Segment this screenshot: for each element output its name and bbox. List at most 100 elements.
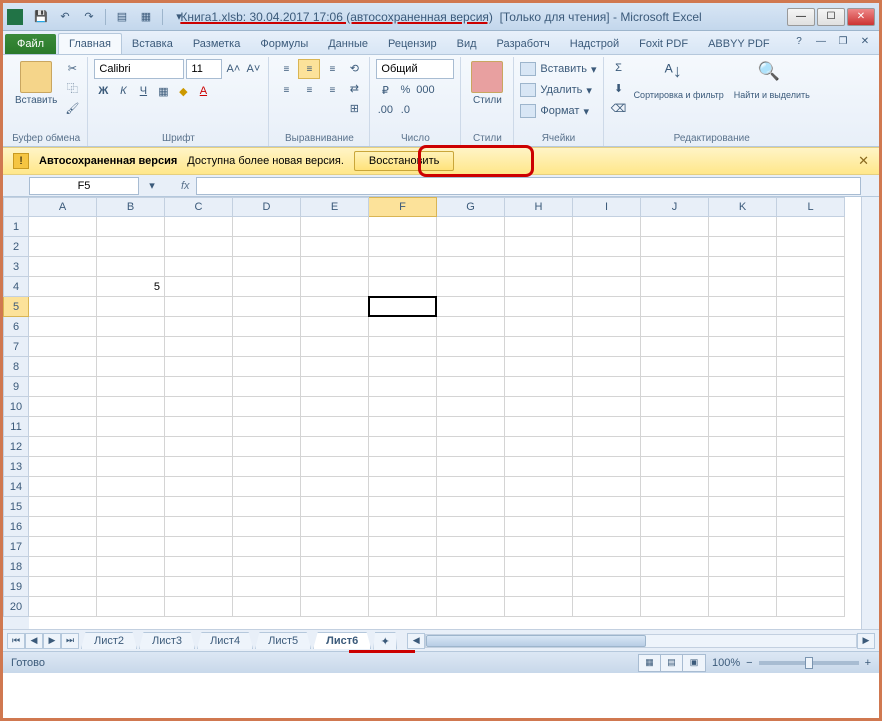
- cell[interactable]: [29, 237, 97, 257]
- cell[interactable]: [301, 477, 369, 497]
- cell[interactable]: [505, 377, 573, 397]
- cell[interactable]: [573, 297, 641, 317]
- row-header[interactable]: 14: [3, 477, 29, 497]
- cell[interactable]: [573, 517, 641, 537]
- border-icon[interactable]: ▦: [154, 82, 172, 100]
- cell[interactable]: [369, 597, 437, 617]
- cell[interactable]: [777, 237, 845, 257]
- cell[interactable]: [437, 417, 505, 437]
- cell[interactable]: [29, 357, 97, 377]
- cell[interactable]: [29, 417, 97, 437]
- cell[interactable]: [97, 337, 165, 357]
- cell[interactable]: [437, 217, 505, 237]
- redo-icon[interactable]: ↷: [79, 7, 99, 27]
- cell[interactable]: [165, 357, 233, 377]
- cell[interactable]: [301, 217, 369, 237]
- help-icon[interactable]: ?: [789, 33, 809, 49]
- cell[interactable]: [369, 437, 437, 457]
- cell[interactable]: [505, 257, 573, 277]
- cell[interactable]: [301, 357, 369, 377]
- fx-icon[interactable]: fx: [181, 180, 190, 192]
- horizontal-scrollbar[interactable]: [425, 634, 857, 648]
- cell[interactable]: [301, 417, 369, 437]
- cell[interactable]: [505, 477, 573, 497]
- cell[interactable]: [165, 597, 233, 617]
- cell[interactable]: [709, 277, 777, 297]
- fill-icon[interactable]: ⬇: [610, 79, 628, 97]
- column-header[interactable]: C: [165, 197, 233, 217]
- align-bottom-icon[interactable]: ≡: [321, 59, 343, 79]
- minimize-button[interactable]: —: [787, 8, 815, 26]
- cell[interactable]: [777, 337, 845, 357]
- cell[interactable]: [165, 477, 233, 497]
- maximize-button[interactable]: ☐: [817, 8, 845, 26]
- cell[interactable]: [709, 377, 777, 397]
- cell[interactable]: [777, 377, 845, 397]
- cell[interactable]: [573, 417, 641, 437]
- cell[interactable]: [369, 457, 437, 477]
- row-header[interactable]: 16: [3, 517, 29, 537]
- cell[interactable]: [505, 457, 573, 477]
- cell[interactable]: [709, 597, 777, 617]
- cell[interactable]: [505, 217, 573, 237]
- format-painter-icon[interactable]: 🖌: [63, 99, 81, 117]
- cell[interactable]: [165, 397, 233, 417]
- cell[interactable]: [29, 317, 97, 337]
- cell[interactable]: [233, 417, 301, 437]
- cell[interactable]: [641, 317, 709, 337]
- cell[interactable]: [641, 437, 709, 457]
- align-top-icon[interactable]: ≡: [275, 59, 297, 79]
- cell[interactable]: [437, 537, 505, 557]
- tab-abbyy[interactable]: ABBYY PDF: [698, 34, 780, 54]
- cell[interactable]: [97, 237, 165, 257]
- cell[interactable]: [29, 377, 97, 397]
- cell[interactable]: [301, 257, 369, 277]
- cell[interactable]: [437, 497, 505, 517]
- decrease-font-icon[interactable]: A˅: [244, 60, 262, 78]
- cell[interactable]: [97, 417, 165, 437]
- cell[interactable]: [97, 457, 165, 477]
- cell[interactable]: [777, 257, 845, 277]
- cell[interactable]: [573, 257, 641, 277]
- cell[interactable]: [233, 477, 301, 497]
- cell[interactable]: [641, 557, 709, 577]
- number-format-select[interactable]: [376, 59, 454, 79]
- cell[interactable]: [505, 597, 573, 617]
- row-header[interactable]: 13: [3, 457, 29, 477]
- cell[interactable]: [369, 257, 437, 277]
- zoom-in-icon[interactable]: +: [865, 657, 871, 669]
- sheet-nav-first-icon[interactable]: ⏮: [7, 633, 25, 649]
- increase-decimal-icon[interactable]: .00: [376, 101, 394, 119]
- cell[interactable]: [369, 517, 437, 537]
- autosum-icon[interactable]: Σ: [610, 59, 628, 77]
- cell[interactable]: [505, 417, 573, 437]
- cell[interactable]: [233, 497, 301, 517]
- cell[interactable]: [29, 437, 97, 457]
- cell[interactable]: [233, 557, 301, 577]
- hscroll-thumb[interactable]: [426, 635, 646, 647]
- sheet-tab[interactable]: Лист5: [255, 632, 311, 649]
- cell[interactable]: [777, 357, 845, 377]
- cell[interactable]: [505, 277, 573, 297]
- page-layout-view-icon[interactable]: ▤: [661, 655, 683, 671]
- cell[interactable]: [641, 417, 709, 437]
- cell[interactable]: [165, 257, 233, 277]
- cell[interactable]: [301, 317, 369, 337]
- cell[interactable]: [97, 557, 165, 577]
- cell[interactable]: [233, 537, 301, 557]
- cell[interactable]: [777, 417, 845, 437]
- cell[interactable]: [97, 477, 165, 497]
- cell[interactable]: [97, 357, 165, 377]
- qat-btn-1[interactable]: ▤: [112, 7, 132, 27]
- cell[interactable]: [233, 437, 301, 457]
- insert-cells-button[interactable]: Вставить ▾: [520, 59, 596, 79]
- cell[interactable]: [301, 537, 369, 557]
- name-box[interactable]: [29, 177, 139, 195]
- tab-formulas[interactable]: Формулы: [250, 34, 318, 54]
- cell[interactable]: [437, 477, 505, 497]
- row-header[interactable]: 12: [3, 437, 29, 457]
- cell[interactable]: [369, 217, 437, 237]
- cell[interactable]: [301, 497, 369, 517]
- cell[interactable]: [233, 397, 301, 417]
- column-header[interactable]: I: [573, 197, 641, 217]
